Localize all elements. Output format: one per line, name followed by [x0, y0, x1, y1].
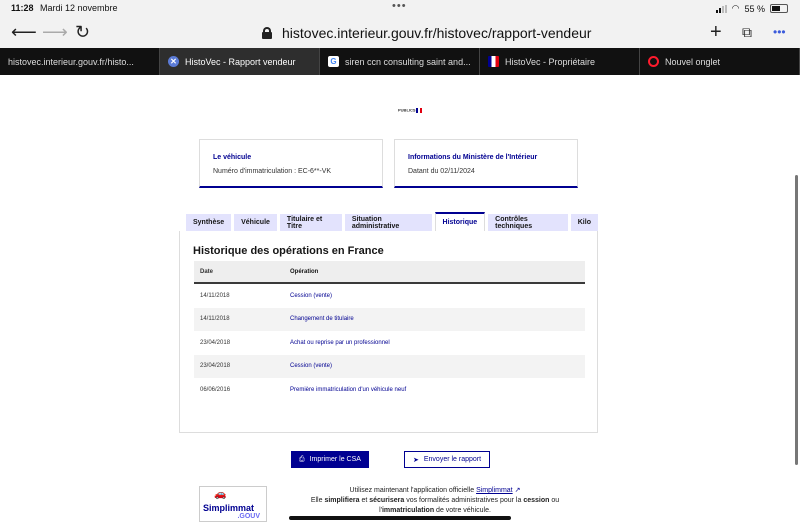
multitask-dots-icon[interactable]: ••• — [392, 0, 407, 12]
row-operation: Changement de titulaire — [290, 316, 354, 323]
marianne-icon — [488, 56, 499, 67]
flag-icon — [415, 108, 422, 113]
history-table: Date Opération 14/11/2018 Cession (vente… — [194, 261, 585, 402]
row-date: 14/11/2018 — [200, 292, 230, 299]
printer-icon: ⎙ — [299, 455, 305, 463]
tab-kilometrage[interactable]: Kilo — [570, 214, 598, 231]
tab-title: Nouvel onglet — [665, 56, 721, 67]
row-operation: Cession (vente) — [290, 363, 333, 370]
lock-icon — [262, 27, 272, 39]
header-date: Date — [200, 268, 214, 275]
logo-text: PUBLICS — [398, 107, 416, 113]
status-bar: 11:28 Mardi 12 novembre ••• ◠ 55 % — [0, 0, 800, 18]
browser-tab[interactable]: Nouvel onglet — [640, 48, 800, 75]
promo-bold: simplifiera — [324, 497, 360, 504]
browser-tab[interactable]: G siren ccn consulting saint and... — [320, 48, 480, 75]
section-title: Historique des opérations en France — [193, 245, 384, 257]
plus-icon[interactable]: + — [710, 21, 722, 43]
ministry-card: Informations du Ministère de l'Intérieur… — [394, 139, 578, 188]
ministry-card-subtitle: Datant du 02/11/2024 — [408, 168, 475, 175]
tab-title: HistoVec - Propriétaire — [505, 56, 596, 67]
print-csa-button[interactable]: ⎙ Imprimer le CSA — [291, 451, 369, 468]
send-label: Envoyer le rapport — [423, 456, 482, 463]
battery-label: 55 % — [744, 3, 765, 14]
tab-vehicule[interactable]: Véhicule — [234, 214, 277, 231]
page-content: PUBLICS Le véhicule Numéro d'immatricula… — [0, 75, 800, 525]
forward-arrow-icon[interactable]: ⟶ — [42, 21, 68, 43]
table-row: 14/11/2018 Cession (vente) — [194, 284, 585, 308]
more-icon[interactable]: ••• — [773, 21, 786, 43]
browser-tab[interactable]: histovec.interieur.gouv.fr/histo... — [0, 48, 160, 75]
back-arrow-icon[interactable]: ⟵ — [11, 21, 37, 43]
row-operation: Achat ou reprise par un professionnel — [290, 339, 390, 346]
browser-tab[interactable]: HistoVec - Propriétaire — [480, 48, 640, 75]
external-link-icon: ↗ — [514, 487, 521, 494]
send-report-button[interactable]: ➤ Envoyer le rapport — [404, 451, 491, 468]
row-operation: Première immatriculation d'un véhicule n… — [290, 386, 407, 393]
row-date: 23/04/2018 — [200, 363, 231, 370]
promo-text: ou — [551, 497, 560, 504]
vehicle-card-title: Le véhicule — [213, 154, 252, 161]
status-date: Mardi 12 novembre — [40, 3, 118, 13]
tab-title: histovec.interieur.gouv.fr/histo... — [8, 56, 134, 67]
table-row: 23/04/2018 Cession (vente) — [194, 354, 585, 378]
table-row: 06/06/2016 Première immatriculation d'un… — [194, 378, 585, 402]
simplimmat-logo[interactable]: 🚗 Simplimmat .GOUV — [199, 486, 267, 522]
tab-title: HistoVec - Rapport vendeur — [185, 56, 296, 67]
address-bar[interactable]: histovec.interieur.gouv.fr/histovec/rapp… — [262, 23, 591, 43]
promo-text: de votre véhicule. — [436, 507, 491, 514]
tab-controles[interactable]: Contrôles techniques — [488, 214, 568, 231]
simplimmat-name: Simplimmat — [203, 503, 255, 513]
table-row: 23/04/2018 Achat ou reprise par un profe… — [194, 331, 585, 355]
opera-icon — [648, 56, 659, 67]
url-text[interactable]: histovec.interieur.gouv.fr/histovec/rapp… — [282, 25, 591, 41]
status-time: 11:28 — [11, 3, 34, 13]
tab-situation[interactable]: Situation administrative — [344, 214, 432, 231]
row-operation: Cession (vente) — [290, 292, 333, 299]
tab-historique[interactable]: Historique — [434, 212, 486, 231]
browser-tab-active[interactable]: ✕ HistoVec - Rapport vendeur — [160, 48, 320, 75]
send-icon: ➤ — [413, 456, 419, 464]
table-header: Date Opération — [194, 261, 585, 284]
scrollbar[interactable] — [795, 175, 798, 465]
simplimmat-suffix: .GOUV — [237, 513, 260, 520]
simplimmat-link[interactable]: Simplimmat — [476, 487, 513, 494]
simplimmat-promo: Utilisez maintenant l'application offici… — [300, 486, 570, 516]
promo-text: Elle — [310, 497, 323, 504]
ministry-card-title: Informations du Ministère de l'Intérieur — [408, 154, 538, 161]
tab-titulaire[interactable]: Titulaire et Titre — [279, 214, 342, 231]
battery-icon — [770, 4, 788, 13]
signal-icon — [715, 4, 727, 13]
close-icon[interactable]: ✕ — [168, 56, 179, 67]
tab-title: siren ccn consulting saint and... — [345, 56, 471, 67]
promo-bold: immatriculation — [381, 507, 435, 514]
tabs-icon[interactable]: ⧉ — [742, 21, 752, 43]
home-indicator[interactable] — [289, 516, 511, 520]
wifi-icon: ◠ — [731, 3, 740, 13]
browser-toolbar: ⟵ ⟶ ↻ histovec.interieur.gouv.fr/histove… — [0, 18, 800, 48]
gov-logo: PUBLICS — [398, 108, 422, 113]
promo-bold: cession — [523, 497, 550, 504]
google-icon: G — [328, 56, 339, 67]
car-icon: 🚗 — [214, 489, 227, 500]
history-panel: Historique des opérations en France Date… — [179, 231, 598, 433]
table-row: 14/11/2018 Changement de titulaire — [194, 307, 585, 331]
row-date: 23/04/2018 — [200, 339, 231, 346]
row-date: 14/11/2018 — [200, 316, 230, 323]
tab-synthese[interactable]: Synthèse — [186, 214, 232, 231]
promo-bold: sécurisera — [369, 497, 405, 504]
promo-text: vos formalités administratives pour la — [406, 497, 522, 504]
browser-tab-strip: histovec.interieur.gouv.fr/histo... ✕ Hi… — [0, 48, 800, 75]
promo-text: et — [361, 497, 368, 504]
print-label: Imprimer le CSA — [309, 456, 361, 463]
reload-icon[interactable]: ↻ — [75, 21, 90, 43]
row-date: 06/06/2016 — [200, 386, 231, 393]
vehicle-card: Le véhicule Numéro d'immatriculation : E… — [199, 139, 383, 188]
header-operation: Opération — [290, 268, 319, 275]
promo-text: Utilisez maintenant l'application offici… — [349, 487, 475, 494]
vehicle-card-subtitle: Numéro d'immatriculation : EC-6**-VK — [213, 168, 332, 175]
